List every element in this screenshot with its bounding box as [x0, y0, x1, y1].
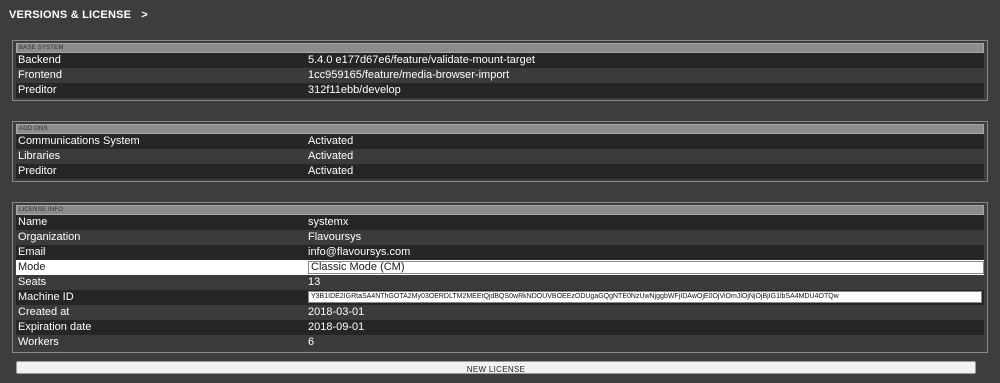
page-header[interactable]: VERSIONS & LICENSE >	[9, 9, 148, 21]
email-label: Email	[18, 246, 46, 258]
table-row: Email info@flavoursys.com	[16, 245, 984, 260]
new-license-button[interactable]: NEW LICENSE	[16, 361, 976, 374]
workers-value: 6	[308, 336, 315, 348]
chevron-right-icon[interactable]: >	[141, 9, 148, 21]
table-row: Created at 2018-03-01	[16, 305, 984, 320]
seats-value: 13	[308, 276, 321, 288]
workers-label: Workers	[18, 336, 59, 348]
backend-value: 5.4.0 e177d67e6/feature/validate-mount-t…	[308, 54, 535, 66]
machine-id-field[interactable]: Y3B1IDE2IGRtaSA4NThGOTA2My03OERDLTM2MEEt…	[308, 291, 982, 303]
table-row: Preditor Activated	[16, 164, 984, 179]
libraries-value: Activated	[308, 150, 354, 162]
machine-id-label: Machine ID	[18, 291, 74, 303]
table-row: Expiration date 2018-09-01	[16, 320, 984, 335]
preditor-addon-value: Activated	[308, 165, 354, 177]
table-row: Backend 5.4.0 e177d67e6/feature/validate…	[16, 53, 984, 68]
add-ons-panel: ADD ONS Communications System Activated …	[12, 121, 988, 182]
mode-select[interactable]: Classic Mode (CM)	[308, 261, 984, 274]
preditor-label: Preditor	[18, 84, 57, 96]
name-value: systemx	[308, 216, 349, 228]
communications-system-value: Activated	[308, 135, 354, 147]
frontend-value: 1cc959165/feature/media-browser-import	[308, 69, 510, 81]
table-row: Seats 13	[16, 275, 984, 290]
created-at-label: Created at	[18, 306, 70, 318]
table-row: Libraries Activated	[16, 149, 984, 164]
name-label: Name	[18, 216, 48, 228]
table-row: Preditor 312f11ebb/develop	[16, 83, 984, 98]
backend-label: Backend	[18, 54, 61, 66]
organization-label: Organization	[18, 231, 81, 243]
organization-value: Flavoursys	[308, 231, 362, 243]
libraries-label: Libraries	[18, 150, 61, 162]
table-row: Communications System Activated	[16, 134, 984, 149]
frontend-label: Frontend	[18, 69, 63, 81]
email-value: info@flavoursys.com	[308, 246, 411, 258]
preditor-addon-label: Preditor	[18, 165, 57, 177]
base-system-title: BASE SYSTEM	[16, 43, 984, 53]
created-at-value: 2018-03-01	[308, 306, 365, 318]
table-row: Workers 6	[16, 335, 984, 350]
expiration-date-label: Expiration date	[18, 321, 92, 333]
table-row: Mode Classic Mode (CM)	[16, 260, 984, 275]
table-row: Machine ID Y3B1IDE2IGRtaSA4NThGOTA2My03O…	[16, 290, 984, 305]
table-row: Name systemx	[16, 215, 984, 230]
mode-label: Mode	[18, 261, 46, 273]
preditor-value: 312f11ebb/develop	[308, 84, 401, 96]
table-row: Organization Flavoursys	[16, 230, 984, 245]
table-row: Frontend 1cc959165/feature/media-browser…	[16, 68, 984, 83]
base-system-panel: BASE SYSTEM Backend 5.4.0 e177d67e6/feat…	[12, 40, 988, 101]
add-ons-title: ADD ONS	[16, 124, 984, 134]
license-info-title: LICENSE INFO	[16, 205, 984, 215]
expiration-date-value: 2018-09-01	[308, 321, 365, 333]
communications-system-label: Communications System	[18, 135, 140, 147]
page-title: VERSIONS & LICENSE	[9, 9, 132, 21]
seats-label: Seats	[18, 276, 47, 288]
license-info-panel: LICENSE INFO Name systemx Organization F…	[12, 202, 988, 353]
